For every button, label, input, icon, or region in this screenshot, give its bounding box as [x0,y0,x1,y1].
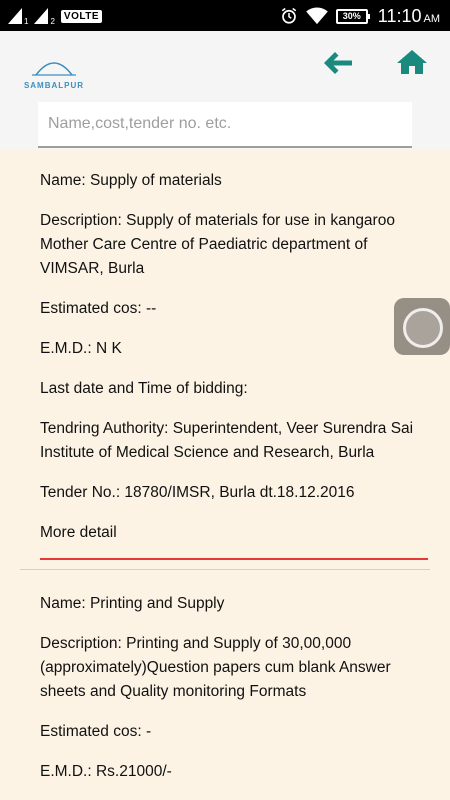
tender-list: Name: Supply of materials Description: S… [0,149,450,800]
signal-icon [8,8,22,24]
signal-icon [34,8,49,24]
status-bar: 1 2 VOLTE 30% 11:10 AM [0,0,450,31]
my-sambalpur-logo: SAMBALPUR [22,49,86,93]
clock: 11:10 AM [378,6,440,27]
volte-badge: VOLTE [60,9,102,23]
home-button[interactable] [396,49,428,75]
search-input[interactable] [38,102,412,146]
tender-name: Name: Printing and Supply [40,595,225,612]
logo-text: SAMBALPUR [23,81,85,90]
tender-emd: E.M.D.: N K [40,340,122,357]
tender-number: Tender No.: 18780/IMSR, Burla dt.18.12.2… [40,484,355,501]
tender-emd: E.M.D.: Rs.21000/- [40,763,172,780]
sim2-label: 2 [50,17,55,26]
card-separator-red [40,558,428,560]
tender-estimated-cost: Estimated cos: - [40,723,152,740]
logo-mark-icon [32,62,76,76]
more-detail-link[interactable]: More detail [40,521,430,545]
back-arrow-button[interactable] [322,50,354,76]
tender-name: Name: Supply of materials [40,172,222,189]
clock-ampm: AM [423,12,441,25]
tender-description: Description: Printing and Supply of 30,0… [40,635,391,700]
tender-description: Description: Supply of materials for use… [40,212,395,277]
app-header: SAMBALPUR [0,31,450,149]
search-box[interactable] [38,102,412,148]
sim1-label: 1 [24,17,29,26]
status-left: 1 2 VOLTE [8,6,102,26]
tender-last-date: Last date and Time of bidding: [40,380,248,397]
tender-authority: Tendring Authority: Superintendent, Veer… [40,420,414,461]
tender-card: Name: Supply of materials Description: S… [40,169,430,545]
battery-icon: 30% [335,8,370,24]
wifi-icon [305,7,328,25]
tender-card: Name: Printing and Supply Description: P… [40,592,430,784]
status-right: 30% 11:10 AM [280,5,440,27]
assistive-touch-button[interactable] [394,298,450,355]
clock-time: 11:10 [377,5,422,26]
list-divider [20,569,430,570]
tender-estimated-cost: Estimated cos: -- [40,300,157,317]
alarm-icon [281,7,296,24]
battery-level: 30% [342,11,361,21]
